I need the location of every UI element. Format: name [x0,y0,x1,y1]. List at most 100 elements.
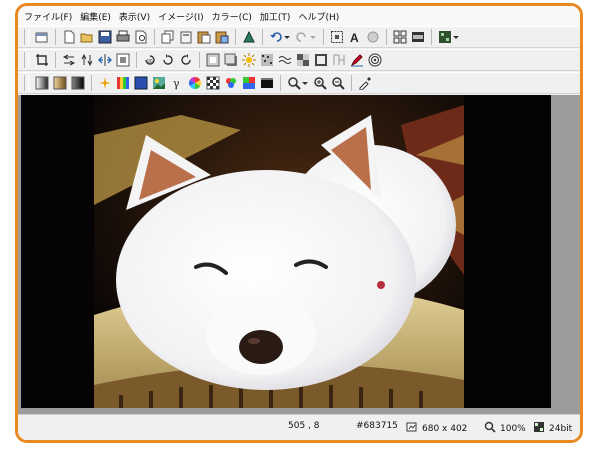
svg-text:γ: γ [173,77,180,90]
toolbar-separator [199,52,200,68]
toolbar-separator [386,29,387,45]
color-bar-icon[interactable] [115,75,131,91]
flip-vertical-icon[interactable] [79,52,95,68]
new-file-icon[interactable] [61,29,77,45]
paste-new-icon[interactable] [214,29,230,45]
pixel-color-value: #683715 [356,421,398,431]
dog-photo[interactable] [21,95,551,408]
toolbar-separator [55,52,56,68]
text-icon[interactable]: A [347,29,363,45]
menu-color[interactable]: カラー(C) [210,10,258,23]
rotate-90-icon[interactable]: 90 [142,52,158,68]
select-stamp-icon[interactable] [241,29,257,45]
image-size-value: 680 x 402 [422,423,468,434]
menu-image[interactable]: イメージ(I) [156,10,210,23]
toolbar-separator [154,29,155,45]
checker-icon[interactable] [205,75,221,91]
select-rect-icon[interactable] [329,29,345,45]
color-depth-field: 24bit [533,421,572,436]
image-canvas[interactable] [18,95,580,414]
open-folder-icon[interactable] [79,29,95,45]
toolbar-separator [431,29,432,45]
edge-icon[interactable] [331,52,347,68]
mosaic-icon[interactable] [295,52,311,68]
paste-icon[interactable] [196,29,212,45]
cursor-coordinates: 505 , 8 [288,421,320,431]
view-mode-icon[interactable] [437,29,461,45]
crop-icon[interactable] [34,52,50,68]
zoom-out-icon[interactable] [330,75,346,91]
menu-bar: ファイル(F) 編集(E) 表示(V) イメージ(I) カラー(C) 加工(T)… [18,6,580,26]
toolbar-separator [280,75,281,91]
noise-icon[interactable] [259,52,275,68]
grayscale-icon[interactable] [313,52,329,68]
circle-brush-icon[interactable] [365,29,381,45]
toolbar-separator [55,29,56,45]
gradient-brown-icon[interactable] [52,75,68,91]
print-preview-icon[interactable] [133,29,149,45]
frame-icon[interactable] [205,52,221,68]
toolbar-separator [136,52,137,68]
vortex-icon[interactable] [367,52,383,68]
color-depth-icon [533,421,545,436]
black-bar-icon[interactable] [259,75,275,91]
filmstrip-icon[interactable] [410,29,426,45]
image-size-icon [406,421,418,436]
swatch-icon[interactable] [241,75,257,91]
status-bar: 505 , 8 #683715 680 x 402 100% 24bit [18,414,580,440]
menu-edit[interactable]: 編集(E) [78,10,117,23]
pen-icon[interactable] [349,52,365,68]
zoom-menu-icon[interactable] [286,75,310,91]
gradient-gray-icon[interactable] [34,75,50,91]
app-window: ファイル(F) 編集(E) 表示(V) イメージ(I) カラー(C) 加工(T)… [15,3,583,443]
svg-text:A: A [350,31,359,44]
brightness-icon[interactable] [241,52,257,68]
grid-icon[interactable] [392,29,408,45]
zoom-field: 100% [484,421,526,436]
color-depth-value: 24bit [549,423,573,434]
toolbar-separator [91,75,92,91]
copy-icon[interactable] [160,29,176,45]
toolbar-separator [262,29,263,45]
toolbar-grip[interactable] [24,75,29,91]
rotate-cw-icon[interactable] [178,52,194,68]
redo-icon[interactable] [294,29,318,45]
rotate-ccw-icon[interactable] [160,52,176,68]
window-icon[interactable] [34,29,50,45]
svg-text:90: 90 [147,59,153,65]
toolbar-grip[interactable] [24,52,29,68]
wave-icon[interactable] [277,52,293,68]
color-toolbar: γ [18,72,580,94]
undo-icon[interactable] [268,29,292,45]
menu-file[interactable]: ファイル(F) [22,10,78,23]
blue-square-icon[interactable] [133,75,149,91]
toolbar-separator [323,29,324,45]
zoom-value: 100% [500,423,526,434]
magnifier-icon [484,421,496,436]
resize-icon[interactable] [115,52,131,68]
menu-view[interactable]: 表示(V) [117,10,156,23]
rgb-dots-icon[interactable] [223,75,239,91]
gamma-icon[interactable]: γ [169,75,185,91]
sparkle-icon[interactable] [97,75,113,91]
zoom-in-icon[interactable] [312,75,328,91]
toolbar-grip[interactable] [24,29,29,45]
main-toolbar: A [18,26,580,48]
color-wheel-icon[interactable] [187,75,203,91]
print-icon[interactable] [115,29,131,45]
copy-doc-icon[interactable] [178,29,194,45]
toolbar-separator [351,75,352,91]
shadow-icon[interactable] [223,52,239,68]
menu-process[interactable]: 加工(T) [258,10,297,23]
edit-toolbar: 90 [18,49,580,71]
flip-horizontal-icon[interactable] [61,52,77,68]
palette-image-icon[interactable] [151,75,167,91]
gradient-dark-icon[interactable] [70,75,86,91]
dog-illustration [21,95,551,408]
mirror-icon[interactable] [97,52,113,68]
save-icon[interactable] [97,29,113,45]
image-size-field: 680 x 402 [406,421,467,436]
toolbar-separator [235,29,236,45]
menu-help[interactable]: ヘルプ(H) [296,10,345,23]
eyedropper-icon[interactable] [357,75,373,91]
